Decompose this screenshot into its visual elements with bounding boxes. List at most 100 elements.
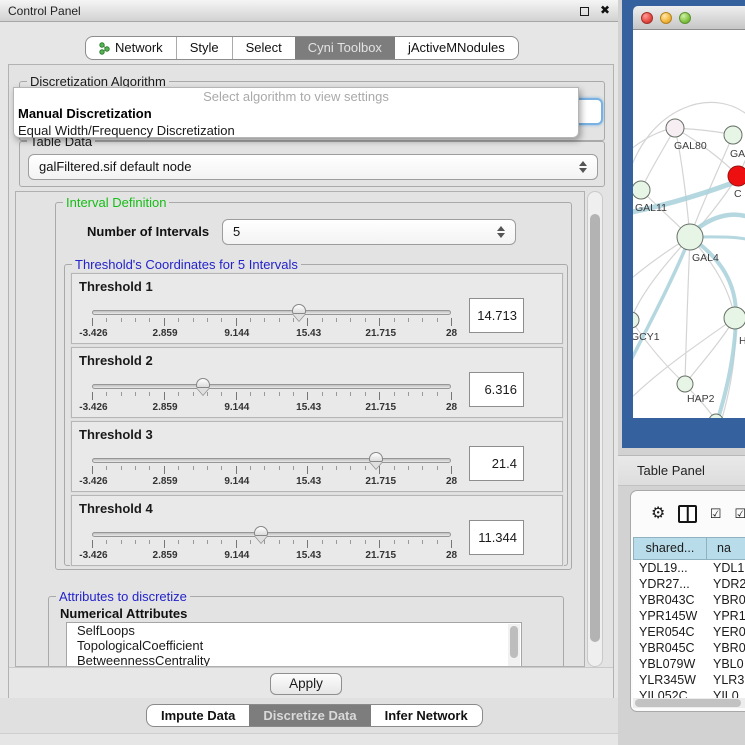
close-traffic-light-icon[interactable] xyxy=(641,12,653,24)
threshold-slider[interactable]: -3.4262.8599.14415.4321.71528 xyxy=(92,452,451,486)
tab-jactivemnodules[interactable]: jActiveMNodules xyxy=(395,37,518,59)
threshold-value-field[interactable]: 11.344 xyxy=(469,520,524,555)
slider-tick xyxy=(279,392,280,396)
tab-impute-data[interactable]: Impute Data xyxy=(147,705,249,726)
main-scrollbar[interactable] xyxy=(587,191,603,667)
list-item[interactable]: BetweennessCentrality xyxy=(67,653,521,667)
threshold-value-field[interactable]: 21.4 xyxy=(469,446,524,481)
slider-tick xyxy=(379,318,380,326)
split-columns-icon[interactable] xyxy=(678,505,696,523)
network-edge[interactable] xyxy=(633,320,685,384)
slider-tick xyxy=(307,540,308,548)
tab-network[interactable]: Network xyxy=(86,37,176,59)
network-edge[interactable] xyxy=(641,128,675,190)
gear-icon[interactable]: ⚙ xyxy=(651,506,665,522)
table-row[interactable]: YBL079WYBL0 xyxy=(633,656,745,672)
table-row[interactable]: YLR345WYLR3 xyxy=(633,672,745,688)
zoom-traffic-light-icon[interactable] xyxy=(679,12,691,24)
cell-name: YDR2 xyxy=(707,576,745,592)
slider-track[interactable] xyxy=(92,458,451,463)
table-row[interactable]: YER054CYER0 xyxy=(633,624,745,640)
threshold-slider[interactable]: -3.4262.8599.14415.4321.71528 xyxy=(92,304,451,338)
table-row[interactable]: YBR045CYBR0 xyxy=(633,640,745,656)
tab-select[interactable]: Select xyxy=(232,37,295,59)
network-edge[interactable] xyxy=(633,237,690,320)
threshold-value-field[interactable]: 14.713 xyxy=(469,298,524,333)
tab-style[interactable]: Style xyxy=(176,37,232,59)
slider-track[interactable] xyxy=(92,532,451,537)
slider-track[interactable] xyxy=(92,310,451,315)
slider-track[interactable] xyxy=(92,384,451,389)
column-header-shared-name[interactable]: shared... xyxy=(633,537,707,560)
tab-discretize-data[interactable]: Discretize Data xyxy=(249,705,370,726)
numerical-attributes-list[interactable]: SelfLoopsTopologicalCoefficientBetweenne… xyxy=(66,622,522,667)
tick-label: 9.144 xyxy=(224,402,249,413)
slider-tick xyxy=(135,392,136,396)
window-title: Control Panel xyxy=(8,4,81,18)
float-window-icon[interactable] xyxy=(580,7,589,16)
threshold-value-field[interactable]: 6.316 xyxy=(469,372,524,407)
slider-thumb[interactable] xyxy=(196,378,210,388)
network-node-green[interactable] xyxy=(677,376,693,392)
dropdown-placeholder: Select algorithm to view settings xyxy=(14,88,578,105)
list-scrollbar[interactable] xyxy=(508,624,520,667)
network-node-green[interactable] xyxy=(724,307,745,329)
algorithm-dropdown-popup: Select algorithm to view settings Manual… xyxy=(13,87,579,138)
slider-tick xyxy=(336,392,337,396)
list-item[interactable]: SelfLoops xyxy=(67,623,521,638)
network-node-green[interactable] xyxy=(633,181,650,199)
table-row[interactable]: YPR145WYPR1 xyxy=(633,608,745,624)
network-canvas[interactable]: GAL80GACGAL11GAL4GCY1HHAP2 xyxy=(633,30,745,418)
close-icon[interactable]: ✖ xyxy=(600,3,610,17)
table-row[interactable]: YBR043CYBR0 xyxy=(633,592,745,608)
network-node-green[interactable] xyxy=(677,224,703,250)
slider-tick xyxy=(408,540,409,544)
slider-tick xyxy=(322,392,323,396)
table-row[interactable]: YDR27...YDR2 xyxy=(633,576,745,592)
slider-tick xyxy=(365,466,366,470)
dropdown-option[interactable]: Equal Width/Frequency Discretization xyxy=(14,122,578,139)
network-node-red[interactable] xyxy=(728,166,745,186)
slider-tick xyxy=(193,318,194,322)
slider-thumb[interactable] xyxy=(254,526,268,536)
slider-thumb[interactable] xyxy=(292,304,306,314)
list-item[interactable]: TopologicalCoefficient xyxy=(67,638,521,653)
table-row[interactable]: YDL19...YDL1 xyxy=(633,560,745,576)
cell-name: YDL1 xyxy=(707,560,745,576)
apply-button[interactable]: Apply xyxy=(270,673,342,695)
network-node-pink[interactable] xyxy=(666,119,684,137)
table-horizontal-scrollbar[interactable] xyxy=(633,698,745,708)
network-icon xyxy=(99,42,110,55)
dropdown-option[interactable]: Manual Discretization xyxy=(14,105,578,122)
checkbox-checked-icon[interactable]: ☑ xyxy=(734,506,745,522)
number-of-intervals-combobox[interactable]: 5 xyxy=(222,219,516,245)
network-node-green[interactable] xyxy=(633,312,639,328)
threshold-slider[interactable]: -3.4262.8599.14415.4321.71528 xyxy=(92,526,451,560)
threshold-slider[interactable]: -3.4262.8599.14415.4321.71528 xyxy=(92,378,451,412)
checkbox-checked-icon[interactable]: ☑ xyxy=(710,506,722,522)
slider-tick xyxy=(322,318,323,322)
slider-tick xyxy=(451,392,452,400)
cell-name: YLR3 xyxy=(707,672,745,688)
tab-infer-network[interactable]: Infer Network xyxy=(371,705,482,726)
slider-tick xyxy=(121,392,122,396)
network-node-green[interactable] xyxy=(724,126,742,144)
table-card: ⚙ ☑ ☑ shared... na YDL19...YDL1YDR27...YDR… xyxy=(630,490,745,712)
control-panel-window: Control Panel ✖ NetworkStyleSelectCyni T… xyxy=(0,0,618,745)
tab-cyni-toolbox[interactable]: Cyni Toolbox xyxy=(295,37,395,59)
table-data-group: Table Data galFiltered.sif default node xyxy=(19,141,605,187)
slider-tick xyxy=(221,318,222,322)
slider-tick xyxy=(149,318,150,322)
network-edge[interactable] xyxy=(685,237,690,384)
slider-tick xyxy=(408,318,409,322)
slider-tick xyxy=(422,318,423,322)
minimize-traffic-light-icon[interactable] xyxy=(660,12,672,24)
threshold-label: Threshold 4 xyxy=(79,501,153,516)
column-header-name[interactable]: na xyxy=(707,537,745,560)
slider-thumb[interactable] xyxy=(369,452,383,462)
table-data-combobox[interactable]: galFiltered.sif default node xyxy=(28,154,598,180)
slider-tick xyxy=(207,318,208,322)
main-scrollbar-thumb[interactable] xyxy=(590,214,600,642)
network-edge-highlighted[interactable] xyxy=(633,237,690,368)
table-row[interactable]: YIL052CYIL0 xyxy=(633,688,745,698)
